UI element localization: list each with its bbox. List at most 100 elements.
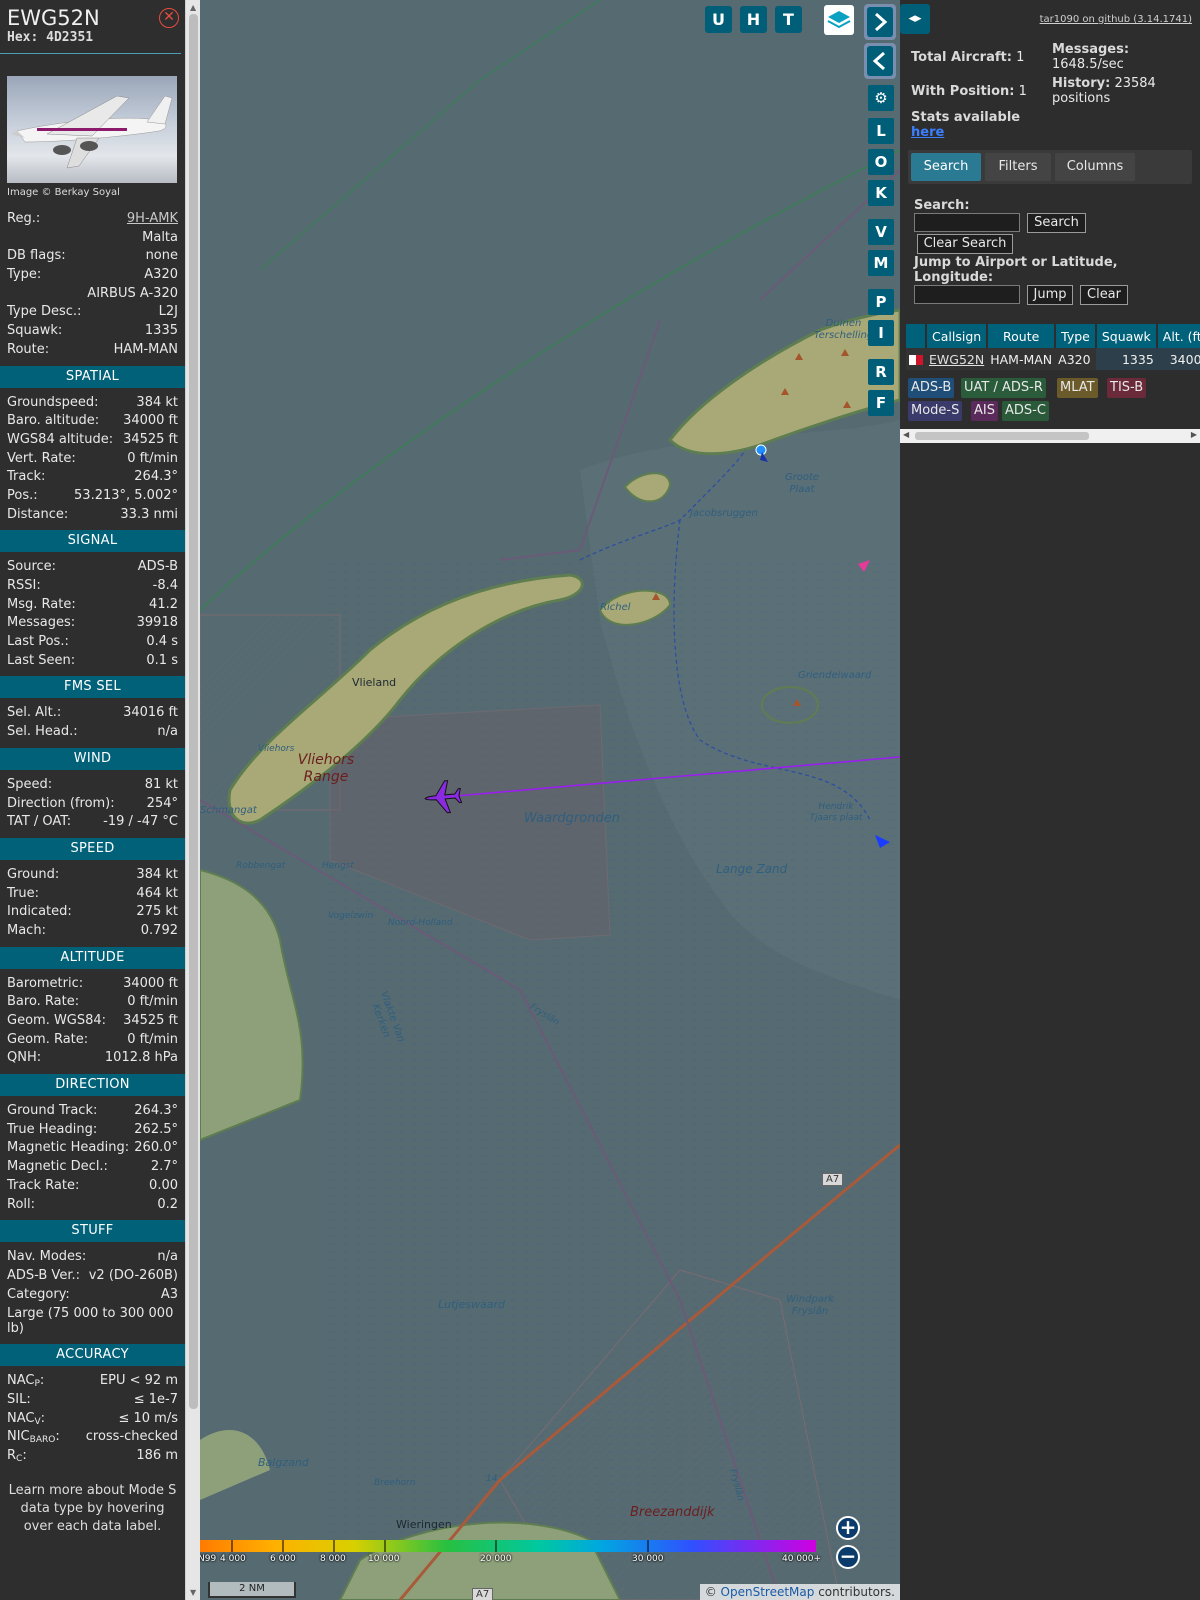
jump-input[interactable] [914,285,1020,304]
info-row-label[interactable]: Pos.: [7,487,38,506]
info-row-label[interactable]: Type: [7,266,41,285]
column-header-alt-ft[interactable]: Alt. (ft) [1156,324,1200,348]
info-row-label[interactable]: Ground: [7,866,59,885]
toggle-i-button[interactable]: I [868,320,894,346]
info-row-label[interactable]: TAT / OAT: [7,813,71,832]
info-panel-scrollbar[interactable]: ▲ ▼ [185,0,200,1600]
expand-panel-button[interactable] [864,4,896,40]
table-row[interactable]: EWG52NHAM-MANA320133534000 [906,348,1200,370]
info-row-label[interactable]: Msg. Rate: [7,596,76,615]
info-row-label[interactable]: Messages: [7,614,75,633]
info-row-label[interactable]: Geom. Rate: [7,1031,88,1050]
info-row-label[interactable]: Squawk: [7,322,62,341]
stats-here-link[interactable]: here [911,125,944,140]
info-row-label[interactable]: RC: [7,1447,27,1469]
info-row-label[interactable]: Geom. WGS84: [7,1012,106,1031]
zoom-out-button[interactable]: − [836,1545,860,1569]
search-input[interactable] [914,213,1020,232]
column-header-type[interactable]: Type [1055,324,1097,348]
table-horizontal-scrollbar[interactable]: ◀ ▶ [900,429,1200,443]
info-row-label[interactable]: Distance: [7,506,68,525]
aircraft-photo[interactable] [7,76,177,183]
info-row-label[interactable]: Mach: [7,922,46,941]
jump-button[interactable]: Jump [1027,285,1073,305]
info-row-label[interactable]: Groundspeed: [7,394,98,413]
scroll-left-arrow-icon[interactable]: ◀ [903,430,909,439]
info-row-label[interactable]: Type Desc.: [7,303,81,322]
info-row-label[interactable]: Nav. Modes: [7,1248,86,1267]
toggle-v-button[interactable]: V [868,219,894,245]
info-row-label[interactable]: Category: [7,1286,70,1305]
info-row-label[interactable]: WGS84 altitude: [7,431,113,450]
info-row-label[interactable]: Baro. Rate: [7,993,79,1012]
registration-link[interactable]: 9H-AMK [127,210,178,229]
info-row-label[interactable]: True: [7,885,39,904]
info-row-label[interactable]: Indicated: [7,903,72,922]
aircraft-hex: Hex: 4D2351 [7,30,174,45]
column-header-route[interactable]: Route [987,324,1057,348]
info-row-label[interactable]: QNH: [7,1049,41,1068]
info-row-label[interactable]: Magnetic Decl.: [7,1158,108,1177]
layers-icon[interactable] [824,5,854,35]
info-row-label[interactable]: Ground Track: [7,1102,97,1121]
info-row-label[interactable]: Magnetic Heading: [7,1139,129,1158]
toggle-m-button[interactable]: M [868,250,894,276]
info-row-label[interactable]: Route: [7,341,49,360]
info-row-label[interactable]: Baro. altitude: [7,412,99,431]
scroll-right-arrow-icon[interactable]: ▶ [1191,430,1197,439]
toggle-p-button[interactable]: P [868,289,894,315]
info-row-label[interactable]: Last Seen: [7,652,75,671]
scroll-down-arrow-icon[interactable]: ▼ [190,1588,196,1597]
callsign-link[interactable]: EWG52N [929,352,984,367]
info-row-label[interactable]: SIL: [7,1391,31,1410]
osm-link[interactable]: OpenStreetMap [721,1585,815,1599]
toggle-l-button[interactable]: L [868,118,894,144]
info-row-label[interactable]: DB flags: [7,247,66,266]
info-row-label[interactable]: Sel. Head.: [7,723,78,742]
column-header-flag[interactable] [906,324,927,348]
info-row-label[interactable]: Last Pos.: [7,633,69,652]
toggle-t-button[interactable]: T [775,6,802,33]
search-button[interactable]: Search [1027,213,1086,233]
column-header-callsign[interactable]: Callsign [926,324,989,348]
info-row-label[interactable]: Reg.: [7,210,40,229]
toggle-panel-button[interactable]: ◂▸ [900,4,930,34]
info-row: Geom. WGS84: 34525 ft [7,1012,178,1031]
info-row-label[interactable]: Sel. Alt.: [7,704,61,723]
toggle-k-button[interactable]: K [868,180,894,206]
info-row-label[interactable]: Barometric: [7,975,83,994]
tab-search[interactable]: Search [911,153,981,181]
info-row-label[interactable]: Track: [7,468,45,487]
map-view[interactable]: Duinen Terschelling Groote Plaat Jacobsrug… [200,0,900,1600]
info-row-label[interactable]: Source: [7,558,56,577]
info-row-label[interactable]: Speed: [7,776,52,795]
toggle-f-button[interactable]: F [868,390,894,416]
horizontal-scrollbar-thumb[interactable] [915,432,1089,440]
info-row-label[interactable]: RSSI: [7,577,41,596]
toggle-r-button[interactable]: R [868,359,894,385]
zoom-in-button[interactable]: + [836,1516,860,1540]
info-row-label[interactable]: Roll: [7,1196,35,1215]
column-header-squawk[interactable]: Squawk [1095,324,1158,348]
close-icon[interactable]: ✕ [159,8,179,28]
clear-jump-button[interactable]: Clear [1080,285,1128,305]
toggle-o-button[interactable]: O [868,149,894,175]
scroll-up-arrow-icon[interactable]: ▲ [190,3,196,12]
with-position-stat: With Position: 1 [911,84,1027,99]
settings-gear-icon[interactable]: ⚙ [868,85,894,111]
scrollbar-thumb[interactable] [189,14,198,1409]
github-link[interactable]: tar1090 on github (3.14.1741) [1040,14,1192,25]
info-row-label[interactable]: ADS-B Ver.: [7,1267,80,1286]
tab-filters[interactable]: Filters [985,153,1051,181]
clear-search-button[interactable]: Clear Search [917,234,1013,254]
info-row-value: 0.4 s [146,634,178,650]
info-row-label[interactable]: Direction (from): [7,795,115,814]
tab-columns[interactable]: Columns [1055,153,1135,181]
info-row-label[interactable]: Vert. Rate: [7,450,76,469]
toggle-u-button[interactable]: U [705,6,732,33]
toggle-h-button[interactable]: H [740,6,767,33]
info-row-label[interactable]: True Heading: [7,1121,97,1140]
info-row-label[interactable]: Track Rate: [7,1177,79,1196]
info-row-value: -8.4 [152,578,178,593]
collapse-panel-button[interactable] [864,43,896,79]
